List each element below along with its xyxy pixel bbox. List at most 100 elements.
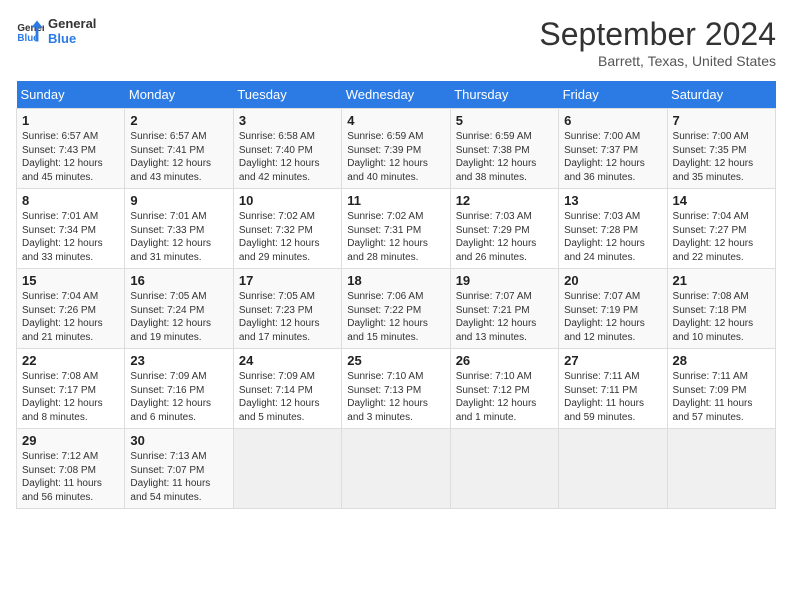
calendar-cell: 3 Sunrise: 6:58 AM Sunset: 7:40 PM Dayli… [233,109,341,189]
location: Barrett, Texas, United States [539,53,776,69]
calendar-cell [667,429,775,509]
calendar-cell: 11 Sunrise: 7:02 AM Sunset: 7:31 PM Dayl… [342,189,450,269]
calendar-cell: 9 Sunrise: 7:01 AM Sunset: 7:33 PM Dayli… [125,189,233,269]
calendar-cell: 15 Sunrise: 7:04 AM Sunset: 7:26 PM Dayl… [17,269,125,349]
day-number: 1 [22,113,119,128]
calendar-cell: 30 Sunrise: 7:13 AM Sunset: 7:07 PM Dayl… [125,429,233,509]
logo-general: General [48,16,96,31]
day-number: 21 [673,273,770,288]
calendar-cell [450,429,558,509]
title-area: September 2024 Barrett, Texas, United St… [539,16,776,69]
calendar-cell: 19 Sunrise: 7:07 AM Sunset: 7:21 PM Dayl… [450,269,558,349]
day-number: 10 [239,193,336,208]
day-info: Sunrise: 6:59 AM Sunset: 7:38 PM Dayligh… [456,130,553,184]
day-info: Sunrise: 7:03 AM Sunset: 7:28 PM Dayligh… [564,210,661,264]
day-info: Sunrise: 7:08 AM Sunset: 7:17 PM Dayligh… [22,370,119,424]
col-friday: Friday [559,81,667,109]
day-number: 14 [673,193,770,208]
day-info: Sunrise: 6:59 AM Sunset: 7:39 PM Dayligh… [347,130,444,184]
col-sunday: Sunday [17,81,125,109]
calendar-cell: 12 Sunrise: 7:03 AM Sunset: 7:29 PM Dayl… [450,189,558,269]
day-info: Sunrise: 7:05 AM Sunset: 7:23 PM Dayligh… [239,290,336,344]
day-info: Sunrise: 7:11 AM Sunset: 7:11 PM Dayligh… [564,370,661,424]
day-number: 2 [130,113,227,128]
calendar-table: Sunday Monday Tuesday Wednesday Thursday… [16,81,776,509]
col-monday: Monday [125,81,233,109]
calendar-cell: 13 Sunrise: 7:03 AM Sunset: 7:28 PM Dayl… [559,189,667,269]
calendar-cell: 14 Sunrise: 7:04 AM Sunset: 7:27 PM Dayl… [667,189,775,269]
day-info: Sunrise: 7:00 AM Sunset: 7:35 PM Dayligh… [673,130,770,184]
day-info: Sunrise: 7:02 AM Sunset: 7:31 PM Dayligh… [347,210,444,264]
day-number: 26 [456,353,553,368]
day-number: 8 [22,193,119,208]
calendar-cell: 18 Sunrise: 7:06 AM Sunset: 7:22 PM Dayl… [342,269,450,349]
day-number: 20 [564,273,661,288]
day-info: Sunrise: 7:03 AM Sunset: 7:29 PM Dayligh… [456,210,553,264]
day-number: 28 [673,353,770,368]
day-info: Sunrise: 7:05 AM Sunset: 7:24 PM Dayligh… [130,290,227,344]
calendar-cell: 5 Sunrise: 6:59 AM Sunset: 7:38 PM Dayli… [450,109,558,189]
calendar-cell: 2 Sunrise: 6:57 AM Sunset: 7:41 PM Dayli… [125,109,233,189]
day-info: Sunrise: 7:07 AM Sunset: 7:21 PM Dayligh… [456,290,553,344]
day-info: Sunrise: 7:09 AM Sunset: 7:14 PM Dayligh… [239,370,336,424]
day-number: 18 [347,273,444,288]
calendar-week-row: 1 Sunrise: 6:57 AM Sunset: 7:43 PM Dayli… [17,109,776,189]
day-info: Sunrise: 7:10 AM Sunset: 7:13 PM Dayligh… [347,370,444,424]
calendar-cell [342,429,450,509]
day-info: Sunrise: 7:06 AM Sunset: 7:22 PM Dayligh… [347,290,444,344]
day-number: 5 [456,113,553,128]
calendar-cell: 7 Sunrise: 7:00 AM Sunset: 7:35 PM Dayli… [667,109,775,189]
day-info: Sunrise: 7:08 AM Sunset: 7:18 PM Dayligh… [673,290,770,344]
calendar-cell: 20 Sunrise: 7:07 AM Sunset: 7:19 PM Dayl… [559,269,667,349]
logo: General Blue General Blue [16,16,96,46]
day-number: 9 [130,193,227,208]
calendar-cell: 25 Sunrise: 7:10 AM Sunset: 7:13 PM Dayl… [342,349,450,429]
day-number: 17 [239,273,336,288]
col-thursday: Thursday [450,81,558,109]
day-info: Sunrise: 7:12 AM Sunset: 7:08 PM Dayligh… [22,450,119,504]
calendar-cell: 22 Sunrise: 7:08 AM Sunset: 7:17 PM Dayl… [17,349,125,429]
col-tuesday: Tuesday [233,81,341,109]
calendar-cell: 24 Sunrise: 7:09 AM Sunset: 7:14 PM Dayl… [233,349,341,429]
day-number: 24 [239,353,336,368]
day-number: 19 [456,273,553,288]
day-number: 30 [130,433,227,448]
day-number: 15 [22,273,119,288]
calendar-cell: 23 Sunrise: 7:09 AM Sunset: 7:16 PM Dayl… [125,349,233,429]
calendar-cell: 27 Sunrise: 7:11 AM Sunset: 7:11 PM Dayl… [559,349,667,429]
month-title: September 2024 [539,16,776,53]
calendar-cell: 8 Sunrise: 7:01 AM Sunset: 7:34 PM Dayli… [17,189,125,269]
day-info: Sunrise: 7:04 AM Sunset: 7:26 PM Dayligh… [22,290,119,344]
calendar-cell: 17 Sunrise: 7:05 AM Sunset: 7:23 PM Dayl… [233,269,341,349]
col-wednesday: Wednesday [342,81,450,109]
day-info: Sunrise: 7:02 AM Sunset: 7:32 PM Dayligh… [239,210,336,264]
calendar-cell: 1 Sunrise: 6:57 AM Sunset: 7:43 PM Dayli… [17,109,125,189]
calendar-header-row: Sunday Monday Tuesday Wednesday Thursday… [17,81,776,109]
page-header: General Blue General Blue September 2024… [16,16,776,69]
logo-blue: Blue [48,31,96,46]
day-info: Sunrise: 7:00 AM Sunset: 7:37 PM Dayligh… [564,130,661,184]
calendar-cell [559,429,667,509]
calendar-week-row: 15 Sunrise: 7:04 AM Sunset: 7:26 PM Dayl… [17,269,776,349]
day-number: 11 [347,193,444,208]
calendar-cell: 28 Sunrise: 7:11 AM Sunset: 7:09 PM Dayl… [667,349,775,429]
day-number: 7 [673,113,770,128]
calendar-week-row: 22 Sunrise: 7:08 AM Sunset: 7:17 PM Dayl… [17,349,776,429]
day-number: 6 [564,113,661,128]
calendar-cell: 6 Sunrise: 7:00 AM Sunset: 7:37 PM Dayli… [559,109,667,189]
calendar-cell [233,429,341,509]
col-saturday: Saturday [667,81,775,109]
calendar-cell: 4 Sunrise: 6:59 AM Sunset: 7:39 PM Dayli… [342,109,450,189]
day-number: 25 [347,353,444,368]
day-info: Sunrise: 7:11 AM Sunset: 7:09 PM Dayligh… [673,370,770,424]
day-info: Sunrise: 7:10 AM Sunset: 7:12 PM Dayligh… [456,370,553,424]
day-info: Sunrise: 7:09 AM Sunset: 7:16 PM Dayligh… [130,370,227,424]
day-info: Sunrise: 7:04 AM Sunset: 7:27 PM Dayligh… [673,210,770,264]
day-number: 4 [347,113,444,128]
day-number: 22 [22,353,119,368]
day-number: 16 [130,273,227,288]
day-number: 12 [456,193,553,208]
day-info: Sunrise: 6:57 AM Sunset: 7:41 PM Dayligh… [130,130,227,184]
day-number: 13 [564,193,661,208]
day-info: Sunrise: 7:07 AM Sunset: 7:19 PM Dayligh… [564,290,661,344]
